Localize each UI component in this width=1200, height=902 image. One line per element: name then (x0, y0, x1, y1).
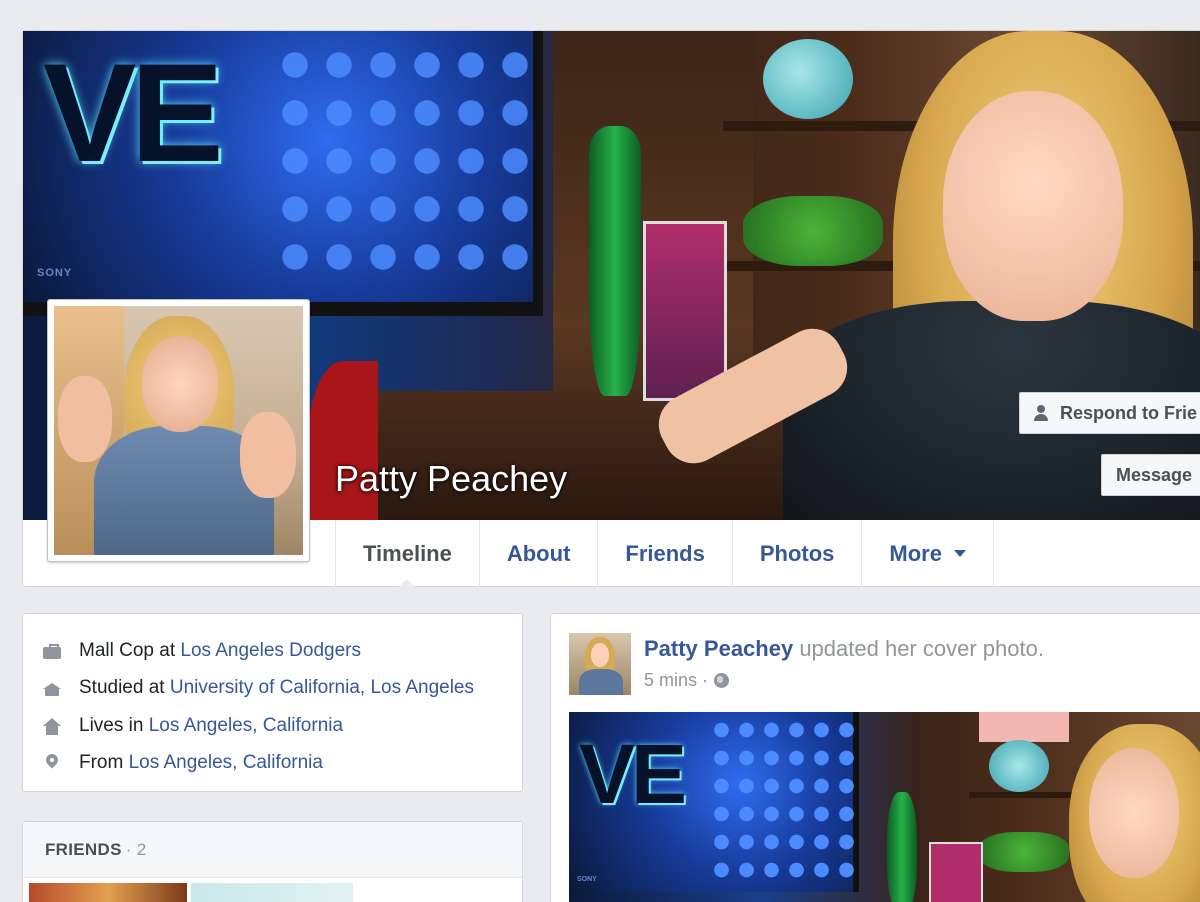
message-button[interactable]: Message (1101, 454, 1200, 496)
avatar-shirt (579, 669, 623, 695)
intro-lives-link[interactable]: Los Angeles, California (149, 715, 343, 736)
post-image-lamp (979, 712, 1069, 742)
avatar-face (591, 643, 609, 667)
briefcase-icon (43, 642, 61, 660)
intro-education-prefix: Studied at (79, 677, 170, 699)
intro-education: Studied at University of California, Los… (43, 670, 502, 708)
profile-picture-image (54, 306, 303, 555)
tab-friends[interactable]: Friends (597, 520, 731, 587)
tab-label: Photos (759, 540, 835, 566)
graduation-cap-icon (43, 679, 61, 697)
respond-to-friend-request-button[interactable]: Respond to Frie (1019, 392, 1200, 434)
friend-thumbnail[interactable] (29, 883, 187, 902)
intro-education-link[interactable]: University of California, Los Angeles (170, 677, 474, 698)
tab-label: More (889, 540, 942, 566)
intro-card: Mall Cop at Los Angeles Dodgers Studied … (22, 613, 523, 792)
post-image-lights (709, 716, 859, 886)
post-image-book (929, 842, 983, 902)
post-image-person-face (1089, 748, 1179, 878)
post-image-green-vase (887, 792, 917, 902)
intro-from: From Los Angeles, California (43, 745, 502, 783)
intro-lives-prefix: Lives in (79, 714, 149, 736)
profile-picture-face (142, 336, 218, 432)
post-image-brand: SONY (577, 876, 597, 883)
profile-picture-hand (58, 376, 112, 462)
profile-name[interactable]: Patty Peachey (335, 458, 567, 500)
post-headline: Patty Peachey updated her cover photo. (644, 636, 1044, 662)
friend-thumbnail[interactable] (191, 883, 353, 902)
tab-timeline[interactable]: Timeline (335, 520, 479, 588)
intro-work-prefix: Mall Cop at (79, 639, 181, 661)
intro-lives: Lives in Los Angeles, California (43, 707, 502, 745)
tab-photos[interactable]: Photos (731, 520, 862, 587)
location-pin-icon (43, 754, 61, 772)
intro-work-link[interactable]: Los Angeles Dodgers (180, 640, 361, 661)
home-icon (43, 717, 61, 735)
cover-book (643, 221, 727, 401)
tab-about[interactable]: About (478, 520, 598, 587)
tab-label: About (506, 540, 571, 566)
add-friend-icon (1034, 404, 1052, 422)
post-image-vase (989, 740, 1049, 792)
profile-picture[interactable] (47, 299, 310, 562)
post-image-glass (979, 832, 1069, 872)
cover-tv-letters: VE (43, 34, 224, 191)
friends-header[interactable]: FRIENDS · 2 (23, 822, 522, 878)
cover-person-face (943, 91, 1123, 321)
message-button-label: Message (1116, 464, 1193, 485)
friends-card: FRIENDS · 2 (22, 821, 523, 902)
timeline-post: Patty Peachey updated her cover photo. 5… (550, 613, 1200, 902)
cover-person (648, 31, 1200, 520)
cover-tv-lights (273, 41, 533, 291)
profile-header: VE SONY Patty Peachey Respond to Frie Me… (22, 30, 1200, 588)
post-timestamp[interactable]: 5 mins · (644, 670, 708, 691)
post-cover-image[interactable]: VE SONY (569, 712, 1200, 902)
chevron-down-icon (953, 550, 966, 557)
intro-from-link[interactable]: Los Angeles, California (129, 752, 323, 773)
tab-more[interactable]: More (861, 520, 994, 587)
profile-tabs: Timeline About Friends Photos More (335, 520, 994, 588)
tab-label: Friends (625, 540, 705, 566)
profile-picture-hand (240, 412, 296, 498)
friends-title: FRIENDS (45, 839, 122, 859)
post-image-tv: VE SONY (569, 712, 859, 892)
post-author-link[interactable]: Patty Peachey (644, 636, 793, 661)
tab-label: Timeline (363, 540, 452, 566)
post-meta: 5 mins · (644, 670, 730, 691)
globe-icon[interactable] (714, 673, 730, 688)
friends-count: · 2 (125, 839, 147, 859)
respond-button-label: Respond to Frie (1060, 402, 1198, 423)
intro-from-prefix: From (79, 752, 129, 774)
post-image-letters: VE (579, 727, 687, 821)
post-author-avatar[interactable] (569, 633, 631, 695)
intro-work: Mall Cop at Los Angeles Dodgers (43, 632, 502, 670)
cover-green-vase (589, 126, 641, 396)
post-action-text: updated her cover photo. (793, 636, 1044, 661)
cover-tv-brand: SONY (37, 267, 73, 279)
cover-tv-screen: VE SONY (23, 31, 543, 316)
